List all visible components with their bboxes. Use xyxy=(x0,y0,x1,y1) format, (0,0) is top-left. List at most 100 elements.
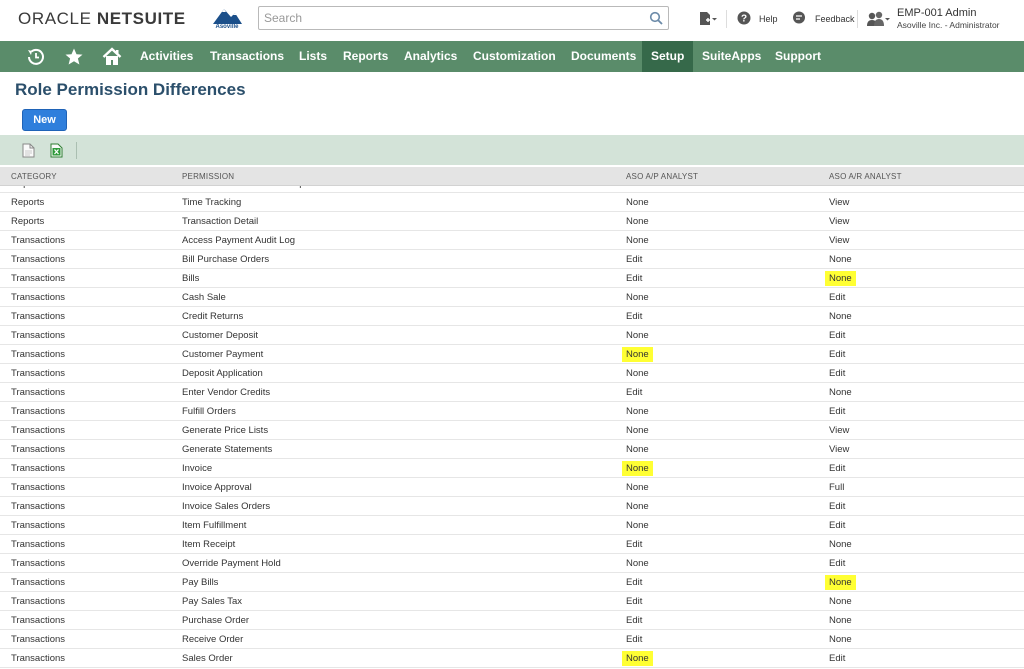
cell-ar-analyst: None xyxy=(825,271,856,286)
table-row[interactable]: Transactions Bill Purchase Orders Edit None xyxy=(0,250,1024,269)
roles-icon[interactable] xyxy=(866,11,891,27)
cell-category: Transactions xyxy=(11,387,66,398)
table-row[interactable]: Transactions Customer Deposit None Edit xyxy=(0,326,1024,345)
cell-ar-analyst: None xyxy=(829,596,852,607)
table-row[interactable]: Transactions Invoice None Edit xyxy=(0,459,1024,478)
cell-ar-analyst: Full xyxy=(829,482,845,493)
table-row[interactable]: Reports Sales Order Transaction Report Vie… xyxy=(0,186,1024,193)
create-new-icon[interactable] xyxy=(698,11,718,27)
cell-category: Transactions xyxy=(11,501,66,512)
search-icon[interactable] xyxy=(649,11,663,25)
nav-setup[interactable]: Setup xyxy=(642,41,694,72)
cell-ap-analyst: None xyxy=(626,235,649,246)
cell-category: Transactions xyxy=(11,254,66,265)
table-row[interactable]: Transactions Deposit Application None Edit xyxy=(0,364,1024,383)
export-excel-icon[interactable] xyxy=(50,143,63,158)
table-row[interactable]: Transactions Invoice Approval None Full xyxy=(0,478,1024,497)
table-row[interactable]: Transactions Invoice Sales Orders None Edit xyxy=(0,497,1024,516)
nav-transactions[interactable]: Transactions xyxy=(201,41,293,72)
table-header: CATEGORY PERMISSION ASO A/P ANALYST ASO … xyxy=(0,167,1024,186)
cell-category: Reports xyxy=(11,186,44,189)
feedback-link[interactable]: Feedback xyxy=(815,14,855,24)
favorites-star-icon[interactable] xyxy=(64,47,84,67)
new-button[interactable]: New xyxy=(22,109,67,131)
cell-permission: Generate Price Lists xyxy=(182,425,269,436)
table-row[interactable]: Transactions Item Fulfillment None Edit xyxy=(0,516,1024,535)
print-icon[interactable] xyxy=(22,143,35,158)
user-name[interactable]: EMP-001 Admin xyxy=(897,7,976,19)
global-search[interactable] xyxy=(258,6,669,30)
page-title: Role Permission Differences xyxy=(15,80,246,99)
nav-customization[interactable]: Customization xyxy=(464,41,565,72)
cell-ap-analyst: Edit xyxy=(626,273,643,284)
recent-records-icon[interactable] xyxy=(26,47,46,67)
table-row[interactable]: Transactions Access Payment Audit Log None… xyxy=(0,231,1024,250)
table-row[interactable]: Transactions Pay Sales Tax Edit None xyxy=(0,592,1024,611)
cell-permission: Override Payment Hold xyxy=(182,558,281,569)
cell-ar-analyst: None xyxy=(825,575,856,590)
column-header-ap-analyst[interactable]: ASO A/P ANALYST xyxy=(626,172,698,181)
cell-ar-analyst: Edit xyxy=(829,349,846,360)
table-row[interactable]: Reports Time Tracking None View xyxy=(0,193,1024,212)
cell-ar-analyst: Edit xyxy=(829,501,846,512)
table-row[interactable]: Transactions Receive Order Edit None xyxy=(0,630,1024,649)
cell-ap-analyst: Edit xyxy=(626,615,643,626)
cell-ap-analyst: None xyxy=(626,197,649,208)
table-row[interactable]: Transactions Item Receipt Edit None xyxy=(0,535,1024,554)
table-row[interactable]: Transactions Generate Price Lists None View xyxy=(0,421,1024,440)
column-header-category[interactable]: CATEGORY xyxy=(11,172,57,181)
cell-permission: Cash Sale xyxy=(182,292,226,303)
nav-reports[interactable]: Reports xyxy=(334,41,397,72)
table-row[interactable]: Transactions Bills Edit None xyxy=(0,269,1024,288)
cell-ap-analyst-highlight: None xyxy=(622,461,653,476)
table-row[interactable]: Transactions Credit Returns Edit None xyxy=(0,307,1024,326)
cell-ap-analyst: None xyxy=(626,520,649,531)
column-header-permission[interactable]: PERMISSION xyxy=(182,172,234,181)
table-row[interactable]: Transactions Customer Payment None Edit xyxy=(0,345,1024,364)
cell-category: Transactions xyxy=(11,520,66,531)
table-body: Reports Sales Order Transaction Report Vie… xyxy=(0,186,1024,669)
cell-ap-analyst: None xyxy=(626,216,649,227)
search-input[interactable] xyxy=(259,7,639,29)
table-row[interactable]: Transactions Purchase Order Edit None xyxy=(0,611,1024,630)
column-header-ar-analyst[interactable]: ASO A/R ANALYST xyxy=(829,172,902,181)
table-rows: Reports Sales Order Transaction Report Vie… xyxy=(0,186,1024,668)
oracle-netsuite-logo[interactable]: ORACLE NETSUITE xyxy=(18,9,186,29)
table-row[interactable]: Transactions Override Payment Hold None Edi… xyxy=(0,554,1024,573)
cell-permission: Invoice xyxy=(182,463,213,474)
brand-netsuite: NETSUITE xyxy=(96,9,186,28)
table-row[interactable]: Transactions Cash Sale None Edit xyxy=(0,288,1024,307)
cell-category: Transactions xyxy=(11,235,66,246)
help-icon[interactable]: ? xyxy=(737,11,751,25)
cell-ap-analyst: None xyxy=(626,501,649,512)
feedback-icon[interactable] xyxy=(792,11,806,25)
home-icon[interactable] xyxy=(102,47,122,67)
cell-ap-analyst: None xyxy=(626,330,649,341)
table-row[interactable]: Transactions Fulfill Orders None Edit xyxy=(0,402,1024,421)
nav-support[interactable]: Support xyxy=(766,41,830,72)
nav-lists[interactable]: Lists xyxy=(290,41,336,72)
cell-ar-analyst: Edit xyxy=(829,520,846,531)
nav-suiteapps[interactable]: SuiteApps xyxy=(693,41,770,72)
company-logo[interactable]: Asoville xyxy=(209,4,245,34)
cell-category: Transactions xyxy=(11,463,66,474)
table-row[interactable]: Transactions Enter Vendor Credits Edit None xyxy=(0,383,1024,402)
cell-permission: Customer Payment xyxy=(182,349,264,360)
cell-ar-analyst: None xyxy=(829,387,852,398)
table-row[interactable]: Transactions Pay Bills Edit None xyxy=(0,573,1024,592)
cell-category: Reports xyxy=(11,197,45,208)
table-row[interactable]: Transactions Sales Order None Edit xyxy=(0,649,1024,668)
table-row[interactable]: Reports Transaction Detail None View xyxy=(0,212,1024,231)
help-link[interactable]: Help xyxy=(759,14,778,24)
cell-ap-analyst: None xyxy=(626,558,649,569)
cell-permission: Time Tracking xyxy=(182,197,242,208)
nav-documents[interactable]: Documents xyxy=(562,41,645,72)
cell-ap-analyst-highlight: None xyxy=(622,651,653,666)
nav-activities[interactable]: Activities xyxy=(131,41,202,72)
cell-ar-analyst: View xyxy=(829,425,850,436)
nav-analytics[interactable]: Analytics xyxy=(395,41,466,72)
cell-ar-analyst: View xyxy=(829,235,850,246)
table-row[interactable]: Transactions Generate Statements None View xyxy=(0,440,1024,459)
user-role[interactable]: Asoville Inc. - Administrator xyxy=(897,20,1000,30)
brand-oracle: ORACLE xyxy=(18,9,92,28)
